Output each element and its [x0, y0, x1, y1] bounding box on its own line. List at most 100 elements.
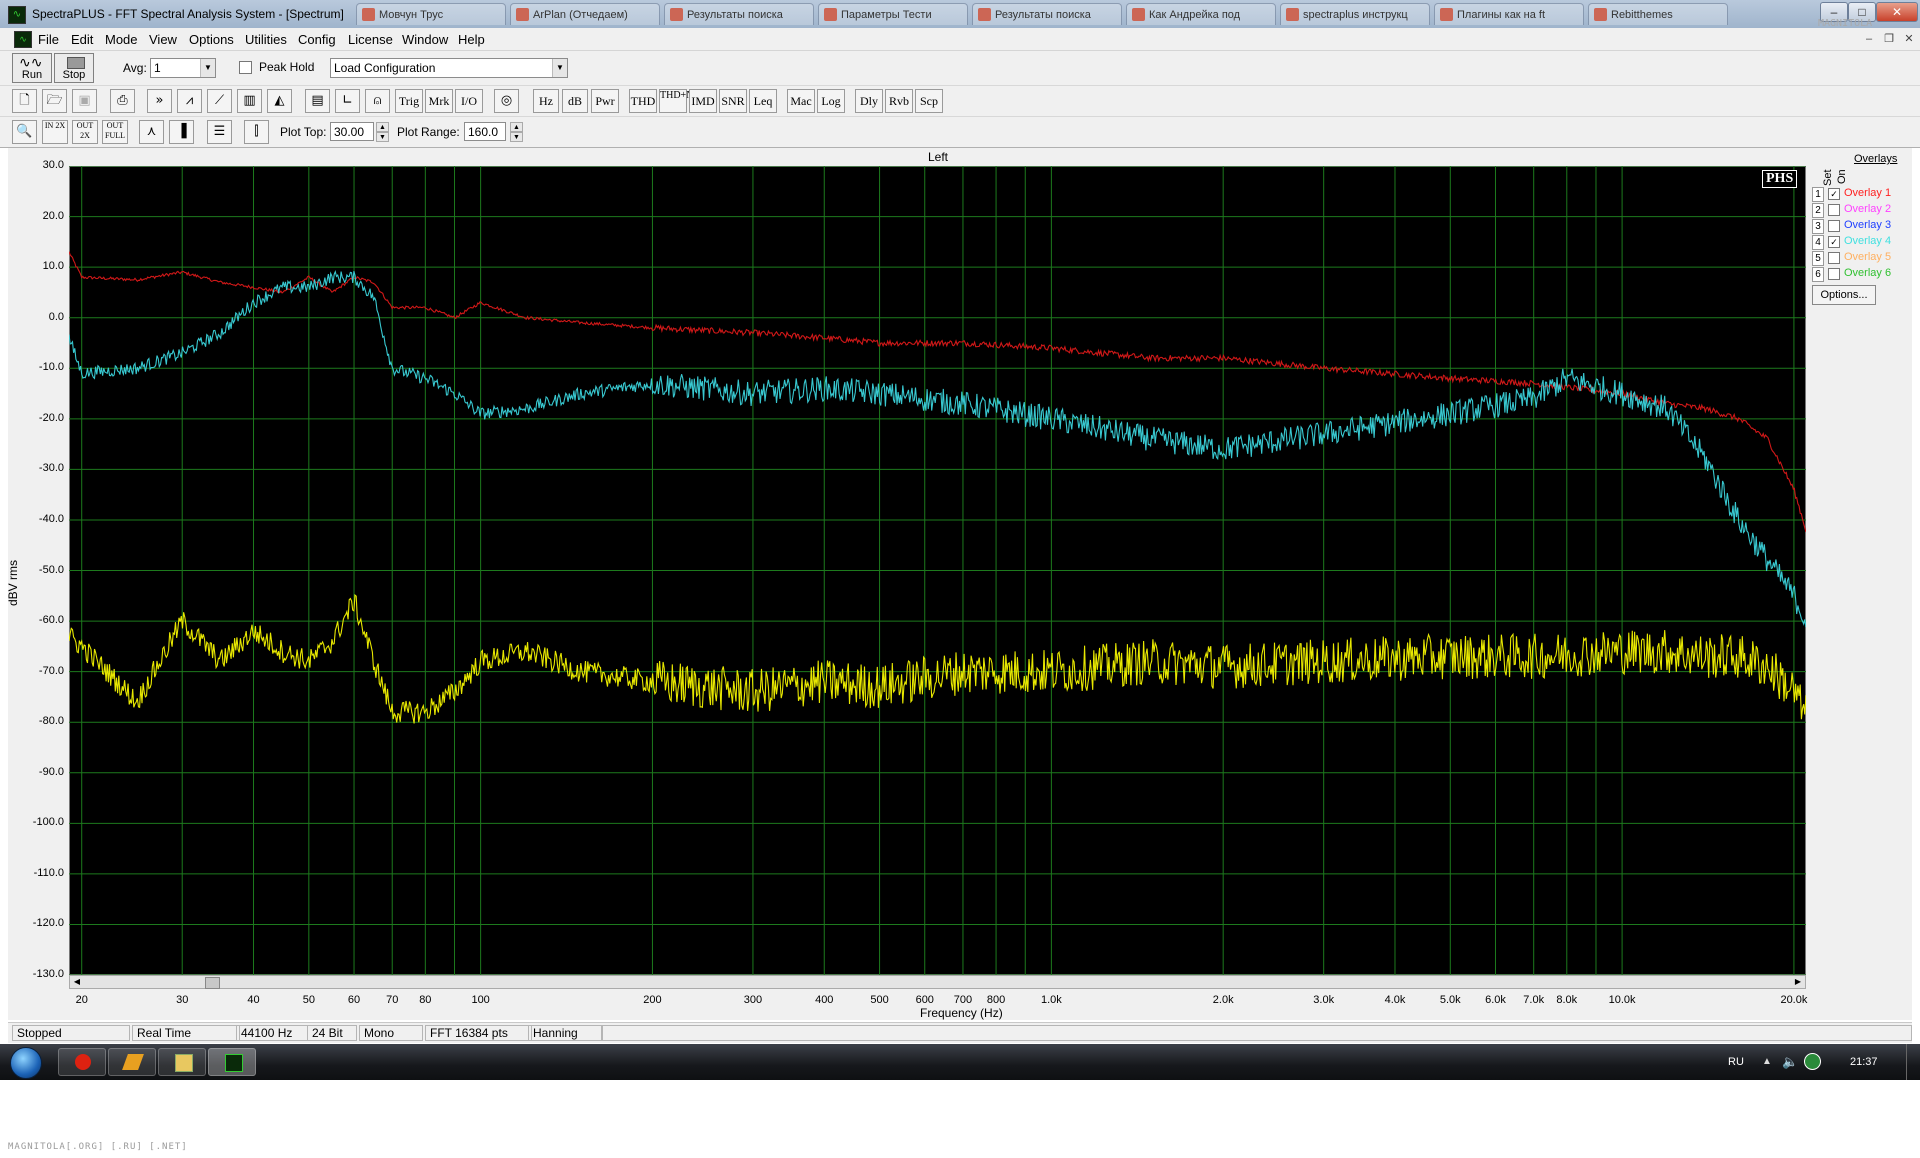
plot-range-input[interactable]: 160.0	[464, 122, 506, 141]
overlay-row[interactable]: 6 Overlay 6	[1812, 267, 1920, 282]
overlay-set-button[interactable]: 5	[1812, 251, 1824, 266]
utorrent-icon[interactable]	[1804, 1053, 1821, 1070]
menu-utilities[interactable]: Utilities	[245, 32, 287, 47]
overlay-options-button[interactable]: Options...	[1812, 285, 1876, 305]
spin-up-icon[interactable]: ▲	[376, 122, 389, 132]
browser-tab[interactable]: Результаты поиска	[972, 3, 1122, 25]
zoom-out-full-button[interactable]: OUT FULL	[102, 120, 128, 144]
spectrum-icon[interactable]: ⩘	[177, 89, 202, 113]
horizontal-scrollbar[interactable]: ◀ ▶	[69, 975, 1806, 989]
db-button[interactable]: dB	[562, 89, 588, 113]
overlay-set-button[interactable]: 4	[1812, 235, 1824, 250]
taskbar-winamp[interactable]	[108, 1048, 156, 1076]
mac-button[interactable]: Mac	[787, 89, 815, 113]
overlay-set-button[interactable]: 2	[1812, 203, 1824, 218]
config-select[interactable]: Load Configuration ▼	[330, 58, 568, 78]
generator-icon[interactable]: ⍝	[365, 89, 390, 113]
tray-expand-icon[interactable]: ▲	[1762, 1056, 1772, 1067]
mdi-minimize-icon[interactable]: –	[1860, 31, 1878, 47]
menu-file[interactable]: File	[38, 32, 59, 47]
speaker-icon[interactable]: 🔈	[1782, 1054, 1798, 1070]
close-button[interactable]: ✕	[1876, 2, 1918, 22]
spin-down-icon[interactable]: ▼	[376, 132, 389, 142]
dly-button[interactable]: Dly	[855, 89, 883, 113]
axis-scale-icon[interactable]: ⫿	[244, 120, 269, 144]
rvb-button[interactable]: Rvb	[885, 89, 913, 113]
mdi-restore-icon[interactable]: ❐	[1880, 31, 1898, 47]
spin-up-icon[interactable]: ▲	[510, 122, 523, 132]
menu-license[interactable]: License	[348, 32, 393, 47]
log-button[interactable]: Log	[817, 89, 845, 113]
overlay-on-checkbox[interactable]	[1828, 252, 1840, 264]
stop-button[interactable]: Stop	[54, 53, 94, 83]
menu-help[interactable]: Help	[458, 32, 485, 47]
io-button[interactable]: I/O	[455, 89, 483, 113]
scp-button[interactable]: Scp	[915, 89, 943, 113]
list-icon[interactable]: ☰	[207, 120, 232, 144]
fast-forward-icon[interactable]: »	[147, 89, 172, 113]
menu-edit[interactable]: Edit	[71, 32, 93, 47]
browser-tab[interactable]: Rebitthemes	[1588, 3, 1728, 25]
zoom-magnifier-icon[interactable]: 🔍	[12, 120, 37, 144]
taskbar-spectraplus[interactable]	[208, 1048, 256, 1076]
thd-button[interactable]: THD	[629, 89, 657, 113]
sine-generator-icon[interactable]: ◎	[494, 89, 519, 113]
spin-down-icon[interactable]: ▼	[510, 132, 523, 142]
overlay-row[interactable]: 1 ✓ Overlay 1	[1812, 187, 1920, 202]
show-desktop-button[interactable]	[1906, 1044, 1919, 1080]
plot-top-input[interactable]: 30.00	[330, 122, 374, 141]
menu-window[interactable]: Window	[402, 32, 448, 47]
pwr-button[interactable]: Pwr	[591, 89, 619, 113]
menu-config[interactable]: Config	[298, 32, 336, 47]
overlay-on-checkbox[interactable]: ✓	[1828, 188, 1840, 200]
overlay-row[interactable]: 2 Overlay 2	[1812, 203, 1920, 218]
view-table-icon[interactable]: ▤	[305, 89, 330, 113]
bars-icon[interactable]: ▐	[169, 120, 194, 144]
overlay-row[interactable]: 5 Overlay 5	[1812, 251, 1920, 266]
imd-button[interactable]: IMD	[689, 89, 717, 113]
browser-tab[interactable]: spectraplus инструкц	[1280, 3, 1430, 25]
zoom-in-2x-button[interactable]: IN 2X	[42, 120, 68, 144]
taskbar-explorer[interactable]	[158, 1048, 206, 1076]
new-file-icon[interactable]: 🗋	[12, 89, 37, 113]
print-icon[interactable]: ⎙	[110, 89, 135, 113]
trig-button[interactable]: Trig	[395, 89, 423, 113]
scroll-left-icon[interactable]: ◀	[70, 976, 84, 988]
browser-tab[interactable]: Результаты поиска	[664, 3, 814, 25]
thdn-button[interactable]: THD+N	[659, 89, 693, 113]
axis-icon[interactable]: ∟	[335, 89, 360, 113]
browser-tab[interactable]: Как Андрейка под	[1126, 3, 1276, 25]
hz-button[interactable]: Hz	[533, 89, 559, 113]
browser-tab[interactable]: ArPlan (Отчедаем)	[510, 3, 660, 25]
overlay-on-checkbox[interactable]	[1828, 268, 1840, 280]
overlay-set-button[interactable]: 1	[1812, 187, 1824, 202]
leq-button[interactable]: Leq	[749, 89, 777, 113]
peak-hold-checkbox[interactable]	[239, 61, 252, 74]
overlay-on-checkbox[interactable]	[1828, 204, 1840, 216]
browser-tab[interactable]: Мовчун Трус	[356, 3, 506, 25]
peak-icon[interactable]: ⋏	[139, 120, 164, 144]
browser-tab[interactable]: Параметры Тести	[818, 3, 968, 25]
tray-language[interactable]: RU	[1728, 1056, 1744, 1068]
avg-select[interactable]: 1 ▼	[150, 58, 216, 78]
3d-surface-icon[interactable]: ◭	[267, 89, 292, 113]
scroll-right-icon[interactable]: ▶	[1791, 976, 1805, 988]
menu-options[interactable]: Options	[189, 32, 234, 47]
phs-badge[interactable]: PHS	[1762, 170, 1798, 188]
scroll-thumb[interactable]	[205, 977, 220, 989]
overlay-set-button[interactable]: 6	[1812, 267, 1824, 282]
overlay-row[interactable]: 3 Overlay 3	[1812, 219, 1920, 234]
taskbar-opera[interactable]	[58, 1048, 106, 1076]
menu-view[interactable]: View	[149, 32, 177, 47]
doc-icon[interactable]: ∿	[14, 31, 32, 48]
phase-icon[interactable]: ⟋	[207, 89, 232, 113]
mrk-button[interactable]: Mrk	[425, 89, 453, 113]
overlay-set-button[interactable]: 3	[1812, 219, 1824, 234]
overlay-on-checkbox[interactable]: ✓	[1828, 236, 1840, 248]
spectrogram-icon[interactable]: ▥	[237, 89, 262, 113]
overlay-row[interactable]: 4 ✓ Overlay 4	[1812, 235, 1920, 250]
run-button[interactable]: ∿∿ Run	[12, 53, 52, 83]
open-folder-icon[interactable]: 🗁	[42, 89, 67, 113]
zoom-out-2x-button[interactable]: OUT 2X	[72, 120, 98, 144]
start-button[interactable]	[10, 1047, 42, 1079]
